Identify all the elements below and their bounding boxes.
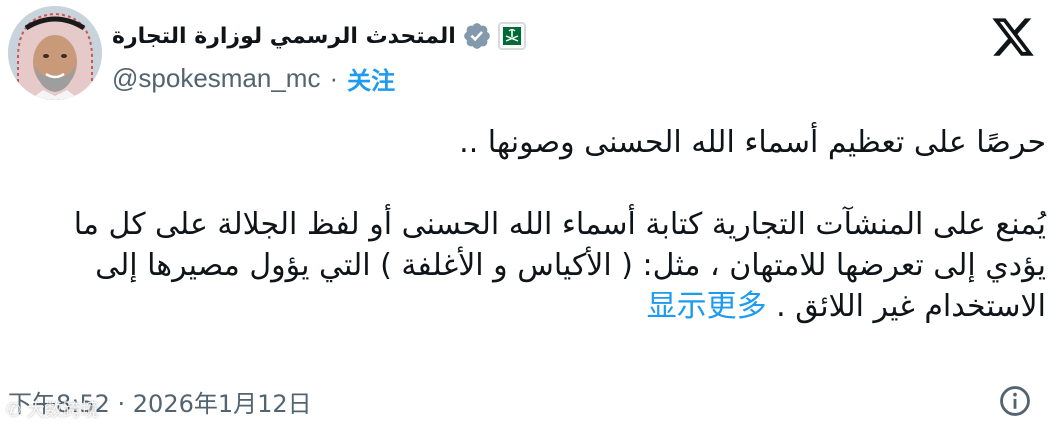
avatar[interactable] [8,6,102,100]
tweet-text: حرصًا على تعظيم أسماء الله الحسنى وصونها… [30,122,1046,327]
saudi-emblem-icon [502,27,521,45]
tweet-timestamp[interactable]: 下午8:52 · 2026年1月12日 [8,384,312,419]
verified-badge-icon[interactable] [462,21,492,51]
author-block: المتحدث الرسمي لوزارة التجارة @spokesman… [112,10,526,100]
separator-dot: · [329,62,339,93]
show-more-link[interactable]: 显示更多 [647,289,767,324]
tweet-line: يُمنع على المنشآت التجارية كتابة أسماء ا… [73,207,1046,242]
tweet-line: يؤدي إلى تعرضها للامتهان ، مثل: ( الأكيا… [95,248,1046,283]
tweet-line-text: الاستخدام غير اللائق . [776,289,1046,324]
author-handle[interactable]: @spokesman_mc [112,63,320,94]
avatar-image [8,6,102,100]
author-display-name[interactable]: المتحدث الرسمي لوزارة التجارة [112,24,456,49]
info-icon[interactable] [998,384,1032,418]
tweet-line-last: الاستخدام غير اللائق . 显示更多 [30,286,1046,327]
x-logo-icon[interactable] [990,14,1036,60]
handle-row: @spokesman_mc · 关注 [112,60,395,96]
tweet-card: المتحدث الرسمي لوزارة التجارة @spokesman… [0,0,1062,432]
affiliate-badge[interactable] [497,22,526,50]
follow-button[interactable]: 关注 [347,61,395,96]
name-row: المتحدث الرسمي لوزارة التجارة [112,16,526,56]
tweet-line: حرصًا على تعظيم أسماء الله الحسنى وصونها… [459,125,1046,160]
